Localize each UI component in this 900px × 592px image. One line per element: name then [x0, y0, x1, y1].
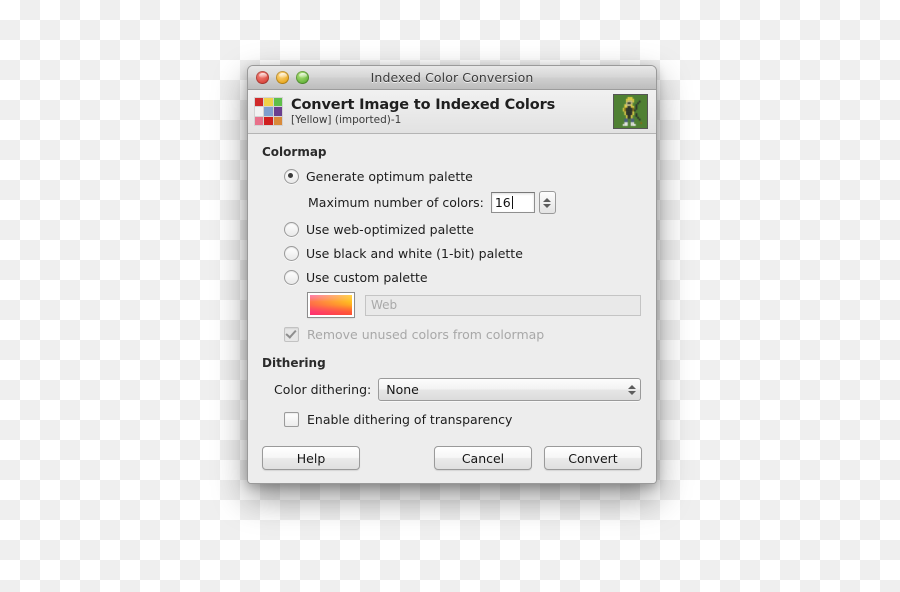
chevron-down-icon	[628, 390, 636, 395]
palette-swatch-cell	[264, 98, 273, 107]
convert-button[interactable]: Convert	[544, 446, 642, 470]
color-dithering-select[interactable]: None	[378, 378, 641, 401]
radio-label: Use custom palette	[306, 270, 428, 285]
colormap-group-label: Colormap	[262, 145, 327, 159]
color-dithering-value: None	[386, 382, 419, 397]
radio-indicator[interactable]	[284, 169, 299, 184]
checkbox-indicator	[284, 327, 299, 342]
radio-web-optimized-palette[interactable]: Use web-optimized palette	[262, 219, 642, 240]
checkbox-remove-unused-colors: Remove unused colors from colormap	[262, 324, 642, 345]
dialog-subheading: [Yellow] (imported)-1	[291, 114, 402, 127]
titlebar: Indexed Color Conversion	[248, 66, 656, 90]
checkbox-label: Enable dithering of transparency	[307, 412, 513, 427]
checkbox-label: Remove unused colors from colormap	[307, 327, 545, 342]
radio-indicator[interactable]	[284, 222, 299, 237]
dialog-heading: Convert Image to Indexed Colors	[291, 96, 556, 113]
max-colors-input[interactable]: 16	[490, 192, 535, 213]
max-colors-label: Maximum number of colors:	[308, 195, 484, 210]
header-text-block: Convert Image to Indexed Colors [Yellow]…	[291, 97, 605, 127]
palette-preview-swatch[interactable]	[307, 292, 355, 318]
color-dithering-row: Color dithering: None	[262, 378, 642, 401]
checkbox-indicator[interactable]	[284, 412, 299, 427]
cancel-button[interactable]: Cancel	[434, 446, 532, 470]
palette-swatch-cell	[255, 107, 264, 116]
palette-swatch-cell	[255, 98, 264, 107]
checkbox-enable-dithering-transparency[interactable]: Enable dithering of transparency	[262, 409, 642, 430]
radio-indicator[interactable]	[284, 246, 299, 261]
color-palette-icon	[254, 97, 283, 126]
stepper-down-icon[interactable]	[543, 203, 552, 208]
text-caret	[511, 196, 513, 209]
max-colors-value: 16	[494, 195, 511, 210]
palette-swatch-cell	[264, 107, 273, 116]
radio-custom-palette[interactable]: Use custom palette	[262, 267, 642, 288]
minimize-button[interactable]	[276, 71, 289, 84]
close-button[interactable]	[256, 71, 269, 84]
window-title: Indexed Color Conversion	[370, 70, 534, 85]
dithering-group-label: Dithering	[262, 356, 326, 370]
stepper-up-icon[interactable]	[543, 197, 552, 202]
palette-swatch-cell	[264, 116, 273, 125]
color-dithering-label: Color dithering:	[274, 382, 372, 397]
max-colors-stepper[interactable]	[538, 191, 556, 214]
palette-swatch-cell	[255, 116, 264, 125]
palette-swatch-cell	[273, 107, 282, 116]
chevron-up-icon	[628, 384, 636, 389]
palette-swatch-cell	[273, 116, 282, 125]
custom-palette-field[interactable]: Web	[365, 294, 641, 316]
zoom-button[interactable]	[296, 71, 309, 84]
window-controls	[256, 71, 309, 84]
radio-label: Use web-optimized palette	[306, 222, 474, 237]
radio-label: Generate optimum palette	[306, 169, 473, 184]
radio-black-and-white-palette[interactable]: Use black and white (1-bit) palette	[262, 243, 642, 264]
custom-palette-row: Web	[262, 292, 642, 318]
radio-label: Use black and white (1-bit) palette	[306, 246, 523, 261]
dialog-footer: Help Cancel Convert	[248, 446, 656, 483]
help-button[interactable]: Help	[262, 446, 360, 470]
dialog-header: Convert Image to Indexed Colors [Yellow]…	[248, 90, 656, 134]
max-colors-row: Maximum number of colors: 16	[262, 191, 642, 214]
image-thumbnail	[613, 94, 648, 129]
chevron-updown-icon	[628, 384, 636, 395]
dialog-content: Colormap Generate optimum palette Maximu…	[248, 134, 656, 446]
radio-generate-optimum-palette[interactable]: Generate optimum palette	[262, 166, 642, 187]
radio-indicator[interactable]	[284, 270, 299, 285]
palette-swatch-cell	[273, 98, 282, 107]
dialog-window: Indexed Color Conversion Convert Image t…	[247, 65, 657, 484]
